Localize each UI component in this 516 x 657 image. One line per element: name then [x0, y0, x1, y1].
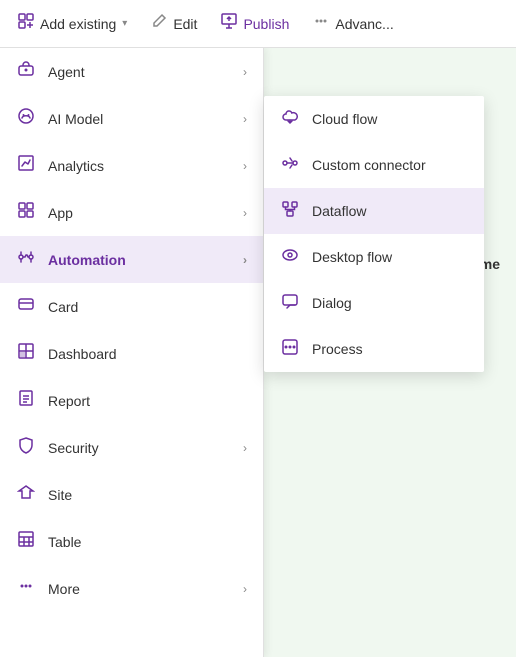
- sidebar-item-security[interactable]: Security ›: [0, 424, 263, 471]
- analytics-chevron-icon: ›: [243, 159, 247, 173]
- publish-icon: [221, 13, 237, 34]
- sidebar-item-more-label: More: [48, 581, 243, 597]
- cloud-flow-icon: [280, 108, 300, 130]
- submenu-desktop-flow-label: Desktop flow: [312, 249, 392, 265]
- submenu-process-label: Process: [312, 341, 363, 357]
- sidebar-item-dashboard[interactable]: Dashboard: [0, 330, 263, 377]
- submenu-cloud-flow-label: Cloud flow: [312, 111, 377, 127]
- submenu-custom-connector-label: Custom connector: [312, 157, 426, 173]
- report-icon: [16, 389, 36, 412]
- sidebar-item-analytics-label: Analytics: [48, 158, 243, 174]
- sidebar-item-table[interactable]: Table: [0, 518, 263, 565]
- analytics-icon: [16, 154, 36, 177]
- add-existing-button[interactable]: Add existing ▾: [8, 7, 137, 40]
- sidebar-item-automation-label: Automation: [48, 252, 243, 268]
- security-chevron-icon: ›: [243, 441, 247, 455]
- edit-button[interactable]: Edit: [141, 7, 207, 40]
- dashboard-icon: [16, 342, 36, 365]
- submenu-item-custom-connector[interactable]: Custom connector: [264, 142, 484, 188]
- submenu-item-dialog[interactable]: Dialog: [264, 280, 484, 326]
- submenu-item-process[interactable]: Process: [264, 326, 484, 372]
- sidebar-item-report-label: Report: [48, 393, 247, 409]
- advance-button[interactable]: Advanc...: [303, 7, 403, 40]
- agent-chevron-icon: ›: [243, 65, 247, 79]
- sidebar-item-card-label: Card: [48, 299, 247, 315]
- publish-button[interactable]: Publish: [211, 7, 299, 40]
- sidebar-item-agent[interactable]: Agent ›: [0, 48, 263, 95]
- more-chevron-icon: ›: [243, 582, 247, 596]
- submenu-dataflow-label: Dataflow: [312, 203, 366, 219]
- submenu-item-dataflow[interactable]: Dataflow: [264, 188, 484, 234]
- dialog-icon: [280, 292, 300, 314]
- toolbar: Add existing ▾ Edit Publish: [0, 0, 516, 48]
- custom-connector-icon: [280, 154, 300, 176]
- ai-model-chevron-icon: ›: [243, 112, 247, 126]
- advance-label: Advanc...: [335, 16, 393, 32]
- ai-model-icon: [16, 107, 36, 130]
- sidebar-item-site-label: Site: [48, 487, 247, 503]
- sidebar-item-more[interactable]: More ›: [0, 565, 263, 612]
- sidebar-item-site[interactable]: Site: [0, 471, 263, 518]
- main-area: Agent › AI Model ›: [0, 48, 516, 657]
- edit-label: Edit: [173, 16, 197, 32]
- add-existing-label: Add existing: [40, 16, 116, 32]
- process-icon: [280, 338, 300, 360]
- left-menu: Agent › AI Model ›: [0, 48, 264, 657]
- app-icon: [16, 201, 36, 224]
- sidebar-item-dashboard-label: Dashboard: [48, 346, 247, 362]
- site-icon: [16, 483, 36, 506]
- automation-icon: [16, 248, 36, 271]
- card-icon: [16, 295, 36, 318]
- publish-label: Publish: [243, 16, 289, 32]
- dataflow-icon: [280, 200, 300, 222]
- more-icon: [16, 577, 36, 600]
- add-existing-chevron-icon: ▾: [122, 18, 127, 29]
- sidebar-item-app[interactable]: App ›: [0, 189, 263, 236]
- sidebar-item-app-label: App: [48, 205, 243, 221]
- security-icon: [16, 436, 36, 459]
- sidebar-item-analytics[interactable]: Analytics ›: [0, 142, 263, 189]
- automation-submenu: Cloud flow Custom connector: [264, 96, 484, 372]
- sidebar-item-ai-model[interactable]: AI Model ›: [0, 95, 263, 142]
- advance-icon: [313, 13, 329, 34]
- app-chevron-icon: ›: [243, 206, 247, 220]
- desktop-flow-icon: [280, 246, 300, 268]
- edit-icon: [151, 13, 167, 34]
- sidebar-item-report[interactable]: Report: [0, 377, 263, 424]
- submenu-item-desktop-flow[interactable]: Desktop flow: [264, 234, 484, 280]
- submenu-dialog-label: Dialog: [312, 295, 352, 311]
- sidebar-item-agent-label: Agent: [48, 64, 243, 80]
- sidebar-item-table-label: Table: [48, 534, 247, 550]
- agent-icon: [16, 60, 36, 83]
- automation-chevron-icon: ›: [243, 253, 247, 267]
- sidebar-item-ai-model-label: AI Model: [48, 111, 243, 127]
- add-existing-icon: [18, 13, 34, 34]
- submenu-item-cloud-flow[interactable]: Cloud flow: [264, 96, 484, 142]
- sidebar-item-card[interactable]: Card: [0, 283, 263, 330]
- sidebar-item-security-label: Security: [48, 440, 243, 456]
- sidebar-item-automation[interactable]: Automation ›: [0, 236, 263, 283]
- table-icon: [16, 530, 36, 553]
